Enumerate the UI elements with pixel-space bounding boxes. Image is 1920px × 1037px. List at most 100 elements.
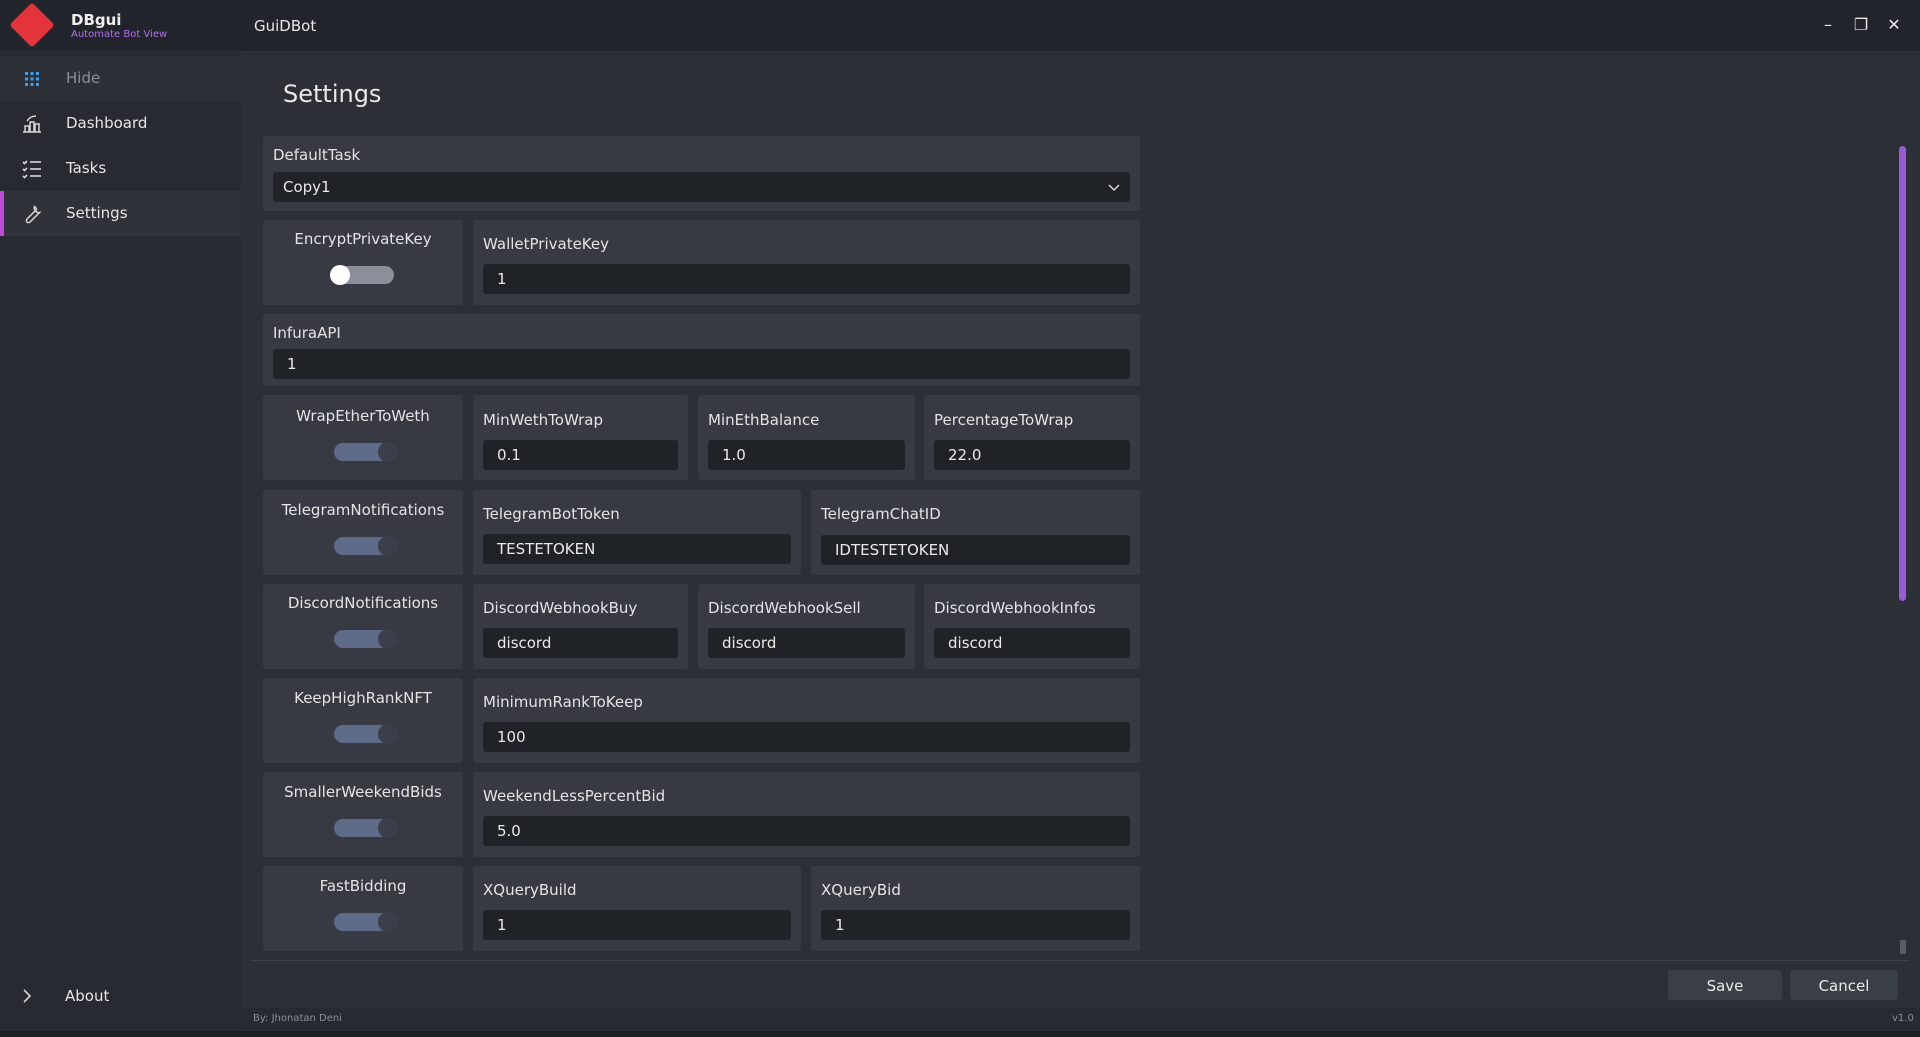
- x-query-bid-input[interactable]: [821, 910, 1130, 940]
- min-weth-to-wrap-panel: MinWethToWrap: [473, 395, 688, 480]
- encrypt-private-key-toggle[interactable]: [330, 265, 394, 285]
- discord-webhook-infos-label: DiscordWebhookInfos: [934, 599, 1096, 617]
- x-query-build-panel: XQueryBuild: [473, 866, 801, 951]
- toggle-knob: [378, 724, 398, 744]
- x-query-bid-panel: XQueryBid: [811, 866, 1140, 951]
- discord-webhook-buy-panel: DiscordWebhookBuy: [473, 584, 688, 669]
- telegram-notifications-label: TelegramNotifications: [281, 501, 445, 519]
- discord-webhook-sell-label: DiscordWebhookSell: [708, 599, 861, 617]
- wrap-ether-to-weth-label: WrapEtherToWeth: [296, 407, 430, 425]
- close-button[interactable]: ✕: [1883, 14, 1905, 36]
- sidebar: Hide Dashboard Tasks Settings: [0, 51, 241, 1037]
- toggle-knob: [378, 442, 398, 462]
- wrap-ether-to-weth-toggle[interactable]: [334, 442, 398, 462]
- app-subtitle: Automate Bot View: [71, 29, 168, 40]
- weekend-less-percent-bid-input[interactable]: [483, 816, 1130, 846]
- maximize-button[interactable]: ❐: [1850, 14, 1872, 36]
- fast-bidding-toggle[interactable]: [334, 912, 398, 932]
- infura-api-panel: InfuraAPI: [263, 314, 1140, 386]
- sidebar-item-dashboard[interactable]: Dashboard: [0, 101, 241, 146]
- sidebar-item-hide[interactable]: Hide: [0, 56, 241, 101]
- window-title: GuiDBot: [254, 17, 317, 35]
- percentage-to-wrap-label: PercentageToWrap: [934, 411, 1074, 429]
- minimize-button[interactable]: –: [1817, 14, 1839, 36]
- discord-webhook-sell-panel: DiscordWebhookSell: [698, 584, 915, 669]
- min-eth-balance-input[interactable]: [708, 440, 905, 470]
- toggle-knob: [378, 912, 398, 932]
- smaller-weekend-bids-label: SmallerWeekendBids: [284, 783, 442, 801]
- sidebar-item-tasks[interactable]: Tasks: [0, 146, 241, 191]
- telegram-bot-token-input[interactable]: [483, 534, 791, 564]
- vertical-scrollbar-thumb[interactable]: [1899, 146, 1906, 601]
- wallet-private-key-input[interactable]: [483, 264, 1130, 294]
- infura-api-input[interactable]: [273, 349, 1130, 379]
- sidebar-item-settings[interactable]: Settings: [0, 191, 241, 236]
- save-changes-button[interactable]: Save Changes: [1668, 970, 1782, 1025]
- minimum-rank-to-keep-input[interactable]: [483, 722, 1130, 752]
- min-weth-to-wrap-input[interactable]: [483, 440, 678, 470]
- telegram-bot-token-label: TelegramBotToken: [483, 505, 620, 523]
- default-task-select[interactable]: Copy1: [273, 172, 1130, 202]
- toggle-knob: [378, 629, 398, 649]
- sidebar-item-label: Settings: [66, 204, 128, 222]
- weekend-less-percent-bid-label: WeekendLessPercentBid: [483, 787, 666, 805]
- weekend-less-percent-bid-panel: WeekendLessPercentBid: [473, 772, 1140, 857]
- percentage-to-wrap-panel: PercentageToWrap: [924, 395, 1140, 480]
- discord-notifications-toggle[interactable]: [334, 629, 398, 649]
- discord-webhook-infos-panel: DiscordWebhookInfos: [924, 584, 1140, 669]
- infura-api-label: InfuraAPI: [273, 324, 341, 342]
- encrypt-private-key-label: EncryptPrivateKey: [294, 230, 432, 248]
- minimum-rank-to-keep-label: MinimumRankToKeep: [483, 693, 643, 711]
- percentage-to-wrap-input[interactable]: [934, 440, 1130, 470]
- discord-webhook-buy-label: DiscordWebhookBuy: [483, 599, 638, 617]
- actions-divider: [250, 960, 1910, 961]
- selected-indicator: [0, 191, 4, 236]
- x-query-build-label: XQueryBuild: [483, 881, 577, 899]
- smaller-weekend-bids-panel: SmallerWeekendBids: [263, 772, 463, 857]
- min-weth-to-wrap-label: MinWethToWrap: [483, 411, 604, 429]
- default-task-value: Copy1: [283, 178, 331, 196]
- credit-text: By: Jhonatan Deni: [253, 1013, 343, 1024]
- fast-bidding-panel: FastBidding: [263, 866, 463, 951]
- fast-bidding-label: FastBidding: [319, 877, 407, 895]
- wrap-ether-to-weth-panel: WrapEtherToWeth: [263, 395, 463, 480]
- smaller-weekend-bids-toggle[interactable]: [334, 818, 398, 838]
- checklist-icon: [22, 160, 41, 179]
- sidebar-item-label: Hide: [66, 69, 101, 87]
- sidebar-item-label: Dashboard: [66, 114, 148, 132]
- toggle-knob: [378, 536, 398, 556]
- discord-notifications-label: DiscordNotifications: [287, 594, 439, 612]
- minimum-rank-to-keep-panel: MinimumRankToKeep: [473, 678, 1140, 763]
- wallet-private-key-label: WalletPrivateKey: [483, 235, 609, 253]
- min-eth-balance-label: MinEthBalance: [708, 411, 820, 429]
- min-eth-balance-panel: MinEthBalance: [698, 395, 915, 480]
- keep-high-rank-nft-panel: KeepHighRankNFT: [263, 678, 463, 763]
- sidebar-item-about[interactable]: About: [0, 986, 241, 1031]
- wallet-private-key-panel: WalletPrivateKey: [473, 220, 1140, 305]
- status-bar: [241, 1008, 1920, 1030]
- x-query-build-input[interactable]: [483, 910, 791, 940]
- cancel-button[interactable]: Cancel: [1790, 970, 1898, 1000]
- app-name: DBgui: [71, 11, 122, 29]
- telegram-notifications-toggle[interactable]: [334, 536, 398, 556]
- discord-webhook-buy-input[interactable]: [483, 628, 678, 658]
- telegram-chat-id-input[interactable]: [821, 535, 1130, 565]
- toggle-knob: [330, 265, 350, 285]
- default-task-panel: DefaultTask Copy1: [263, 136, 1140, 211]
- sidebar-item-label: Tasks: [66, 159, 107, 177]
- keep-high-rank-nft-label: KeepHighRankNFT: [294, 689, 432, 707]
- scrollbar-end-marker: [1900, 940, 1906, 954]
- default-task-label: DefaultTask: [273, 146, 361, 164]
- telegram-bot-token-panel: TelegramBotToken: [473, 490, 801, 575]
- title-bar: DBgui Automate Bot View GuiDBot – ❐ ✕: [0, 0, 1920, 51]
- about-label: About: [65, 987, 110, 1005]
- x-query-bid-label: XQueryBid: [821, 881, 901, 899]
- chevron-right-icon: [23, 989, 32, 1003]
- app-logo-icon: [9, 2, 55, 48]
- telegram-notifications-panel: TelegramNotifications: [263, 490, 463, 575]
- discord-webhook-infos-input[interactable]: [934, 628, 1130, 658]
- toggle-knob: [378, 818, 398, 838]
- keep-high-rank-nft-toggle[interactable]: [334, 724, 398, 744]
- version-text: v1.0: [1892, 1013, 1914, 1024]
- discord-webhook-sell-input[interactable]: [708, 628, 905, 658]
